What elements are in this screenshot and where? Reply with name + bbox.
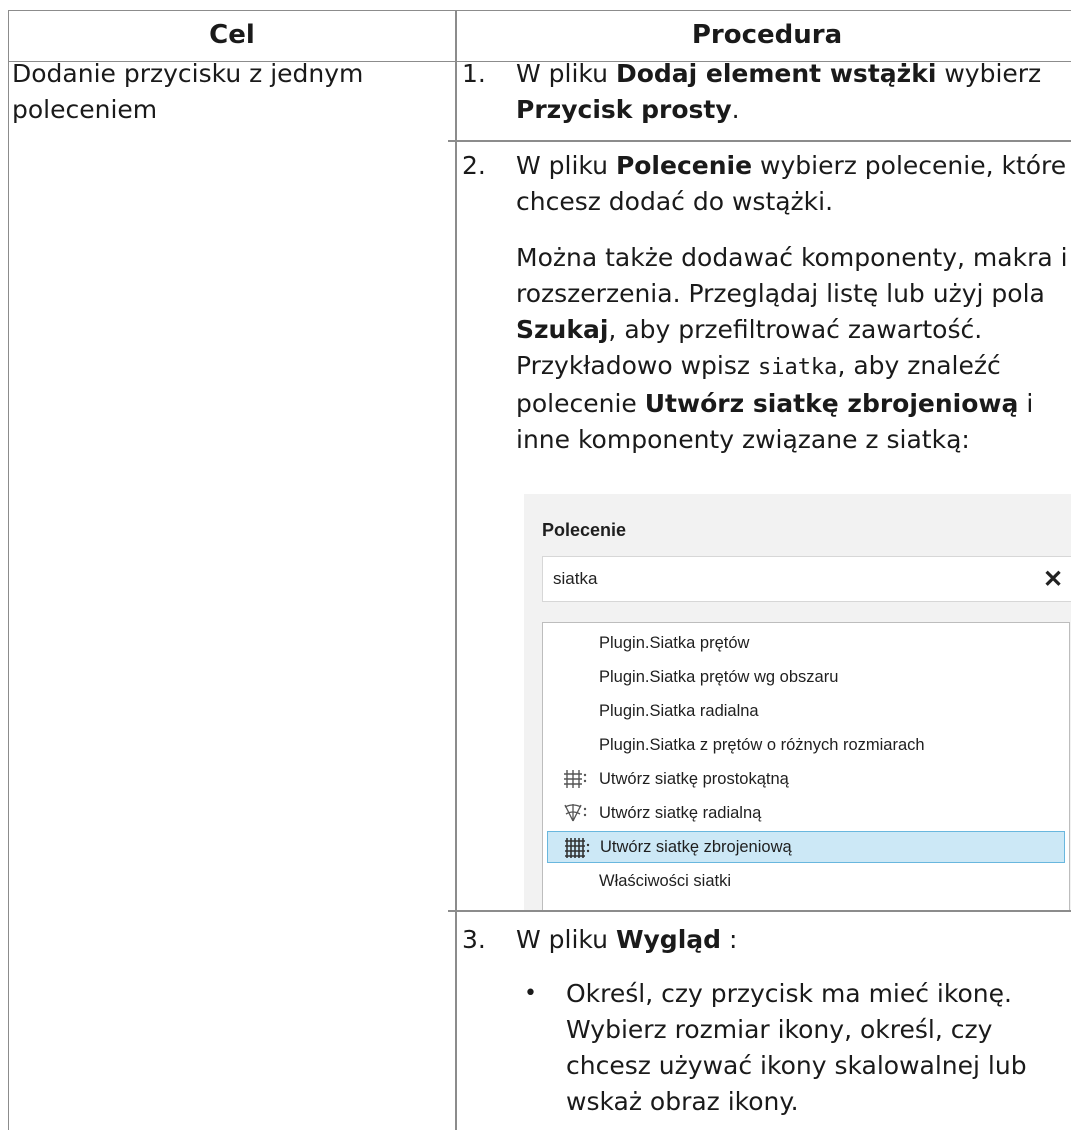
list-item[interactable]: Utwórz siatkę radialną xyxy=(547,797,1065,829)
list-item-label: Właściwości siatki xyxy=(599,872,732,890)
step-2-p-code: siatka xyxy=(757,355,838,380)
command-search-input[interactable]: siatka ✕ xyxy=(542,556,1071,602)
rectangular-grid-icon xyxy=(564,770,587,788)
list-item-label: Plugin.Siatka prętów xyxy=(599,634,750,652)
radial-grid-icon xyxy=(564,804,587,822)
step-1-number: 1. xyxy=(462,59,486,88)
list-item-label: Plugin.Siatka z prętów o różnych rozmiar… xyxy=(599,736,925,754)
list-item[interactable]: Plugin.Siatka prętów xyxy=(547,627,1065,659)
rebar-mesh-icon xyxy=(565,838,590,858)
list-item-label: Utwórz siatkę prostokątną xyxy=(599,770,789,788)
step-1-bold-a: Dodaj element wstążki xyxy=(615,59,937,88)
step-3-number: 3. xyxy=(462,925,486,954)
list-item-selected[interactable]: Utwórz siatkę zbrojeniową xyxy=(547,831,1065,863)
step-1-text-b: wybierz xyxy=(936,59,1042,88)
command-search-value: siatka xyxy=(553,569,598,588)
goal-cell: Dodanie przycisku z jednym poleceniem xyxy=(12,59,364,124)
header-procedure: Procedura xyxy=(691,20,843,50)
command-picker-screenshot: Polecenie siatka ✕ Plugin.Siatka prętów … xyxy=(524,494,1071,910)
list-item[interactable]: Utwórz siatkę prostokątną xyxy=(547,763,1065,795)
step-3-text: W pliku Wygląd : xyxy=(516,922,1071,958)
bullet-marker: • xyxy=(524,981,537,1006)
step-2-p-bold-a: Szukaj xyxy=(516,315,609,344)
step-1-text: W pliku Dodaj element wstążki wybierz Pr… xyxy=(516,56,1071,128)
step-3-bold-a: Wygląd xyxy=(615,925,722,954)
table-header-row: Cel Procedura xyxy=(9,11,1071,62)
list-item[interactable]: Plugin.Siatka radialna xyxy=(547,695,1065,727)
step-2-p-bold-b: Utwórz siatkę zbrojeniową xyxy=(644,389,1019,418)
list-item[interactable]: Plugin.Siatka prętów wg obszaru xyxy=(547,661,1065,693)
command-list[interactable]: Plugin.Siatka prętów Plugin.Siatka prętó… xyxy=(542,622,1070,910)
step-2-bold-a: Polecenie xyxy=(615,151,753,180)
list-item-label: Utwórz siatkę zbrojeniową xyxy=(600,838,792,856)
step-3-bullet-text: Określ, czy przycisk ma mieć ikonę. Wybi… xyxy=(566,979,1027,1116)
step-2-number: 2. xyxy=(462,151,486,180)
list-item-label: Plugin.Siatka prętów wg obszaru xyxy=(599,668,839,686)
step-separator xyxy=(448,140,1071,142)
list-item[interactable]: Właściwości siatki xyxy=(547,865,1065,897)
step-2-text: W pliku Polecenie wybierz polecenie, któ… xyxy=(516,148,1071,220)
step-3-text-a: W pliku xyxy=(516,925,616,954)
step-1-text-c: . xyxy=(731,95,740,124)
command-picker-title: Polecenie xyxy=(542,520,627,540)
step-2-p-text-a: Można także dodawać komponenty, makra i … xyxy=(516,243,1068,308)
list-item-label: Plugin.Siatka radialna xyxy=(599,702,759,720)
clear-search-icon[interactable]: ✕ xyxy=(1043,565,1063,594)
step-1-text-a: W pliku xyxy=(516,59,616,88)
list-item[interactable]: Plugin.Siatka z prętów o różnych rozmiar… xyxy=(547,729,1065,761)
step-2-paragraph: Można także dodawać komponenty, makra i … xyxy=(516,240,1071,458)
step-separator xyxy=(448,910,1071,912)
list-item-label: Utwórz siatkę radialną xyxy=(599,804,762,822)
header-goal: Cel xyxy=(209,20,255,50)
step-3-text-b: : xyxy=(721,925,738,954)
step-1-bold-b: Przycisk prosty xyxy=(516,95,732,124)
column-divider xyxy=(455,11,457,1130)
step-2-text-a: W pliku xyxy=(516,151,616,180)
